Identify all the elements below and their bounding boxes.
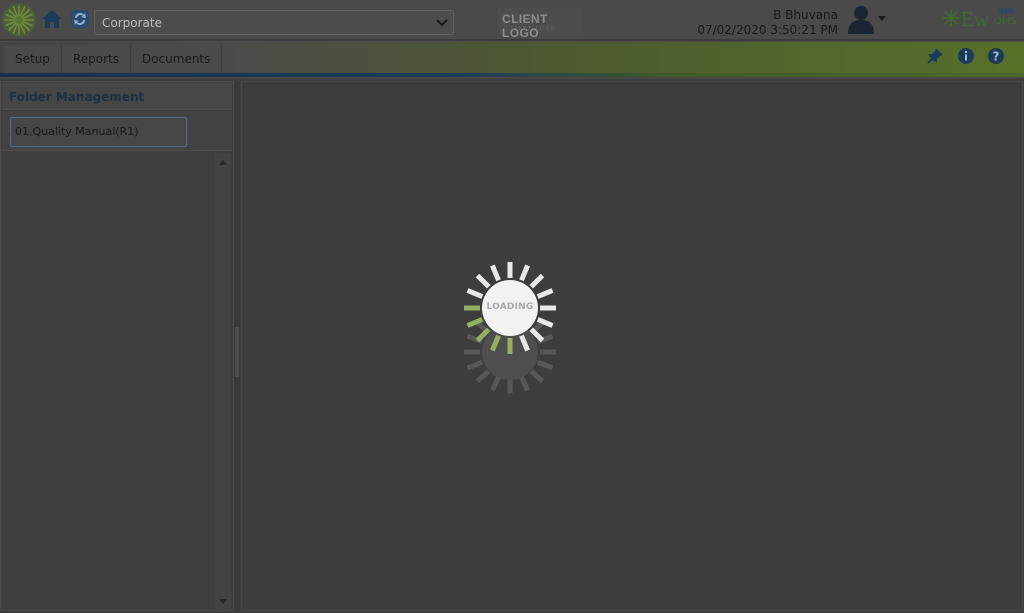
menu-item-documents[interactable]: Documents: [131, 45, 223, 73]
panel-title: Folder Management: [9, 90, 145, 104]
menu-item-reports[interactable]: Reports: [62, 45, 131, 73]
chevron-down-icon: [436, 19, 448, 27]
current-datetime: 07/02/2020 3:50:21 PM: [697, 23, 838, 37]
menu-bar: Setup Reports Documents: [0, 41, 1024, 73]
main-content-area: [241, 81, 1023, 611]
refresh-icon[interactable]: [70, 9, 90, 29]
flower-logo-icon: [942, 9, 960, 27]
chevron-down-icon[interactable]: [878, 16, 886, 22]
svg-text:?: ?: [993, 50, 1000, 64]
brand-ew: Ew: [961, 7, 989, 31]
app-logo-icon[interactable]: [2, 3, 36, 37]
scroll-down-icon[interactable]: [219, 599, 227, 605]
folder-search-row: 01.Quality Manual(R1): [2, 111, 232, 151]
brand-ims: IMS: [997, 7, 1014, 16]
menu-item-setup[interactable]: Setup: [4, 45, 62, 73]
brand-qms: QMS: [994, 16, 1017, 27]
loading-spinner: LOADING: [462, 262, 558, 394]
info-icon[interactable]: [957, 47, 975, 65]
home-icon[interactable]: [40, 7, 64, 31]
panel-header: Folder Management: [2, 83, 232, 110]
user-avatar-icon[interactable]: [846, 3, 876, 35]
loading-text: LOADING: [486, 302, 534, 312]
folder-tree-scrollbar[interactable]: [215, 153, 231, 609]
brand-logo: Ew IMS QMS: [940, 6, 1020, 31]
folder-management-panel: Folder Management 01.Quality Manual(R1): [0, 81, 234, 611]
folder-name-input[interactable]: 01.Quality Manual(R1): [10, 117, 187, 147]
divider: [0, 77, 1024, 79]
client-logo-tagline: CLIENT LOGO: [506, 26, 557, 32]
scroll-up-icon[interactable]: [219, 159, 227, 165]
folder-tree[interactable]: [2, 153, 214, 609]
spinner-graphic: [464, 262, 556, 394]
help-icon[interactable]: ?: [987, 47, 1005, 65]
client-logo: CLIENT LOGO CLIENT LOGO: [498, 8, 582, 40]
top-header: Corporate CLIENT LOGO CLIENT LOGO B Bhuv…: [0, 0, 1024, 40]
splitter-handle[interactable]: [235, 327, 239, 377]
pin-icon[interactable]: [926, 47, 944, 65]
main-menu: Setup Reports Documents: [4, 45, 223, 73]
organization-select[interactable]: Corporate: [94, 10, 454, 35]
organization-select-value: Corporate: [102, 16, 162, 30]
user-name: B Bhuvana: [773, 8, 838, 22]
panel-splitter[interactable]: [234, 81, 240, 611]
